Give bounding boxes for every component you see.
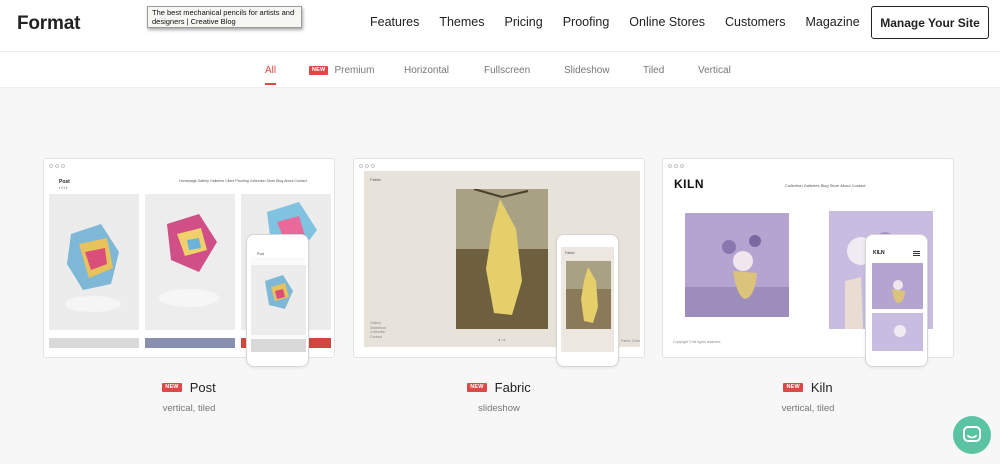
fabric-mobile-title: Fabric: [565, 251, 575, 255]
nav-themes[interactable]: Themes: [439, 15, 484, 29]
theme-title-fabric[interactable]: NEW Fabric: [353, 380, 645, 395]
post-site-nav: Homepage Gallery Galleries Client Proofi…: [179, 179, 307, 183]
new-badge: NEW: [467, 383, 487, 392]
window-dots: [668, 164, 684, 168]
fabric-site-title: Fabric: [370, 177, 382, 182]
chat-button[interactable]: [953, 416, 991, 454]
nav-customers[interactable]: Customers: [725, 15, 785, 29]
theme-filter-bar: All NEW Premium Horizontal Fullscreen Sl…: [0, 52, 1000, 88]
theme-name: Fabric: [494, 380, 531, 395]
nav-pricing[interactable]: Pricing: [505, 15, 543, 29]
theme-card-post[interactable]: Post ▪ f ▪ t Homepage Gallery Galleries …: [43, 158, 335, 367]
kiln-mobile-logo: KILN: [873, 250, 885, 256]
theme-name: Post: [189, 380, 216, 395]
theme-title-post[interactable]: NEW Post: [43, 380, 335, 395]
nav-magazine[interactable]: Magazine: [805, 15, 859, 29]
filter-vertical[interactable]: Vertical: [698, 65, 731, 76]
nav-proofing[interactable]: Proofing: [563, 15, 610, 29]
fabric-main-photo: [456, 189, 548, 329]
browser-tooltip: The best mechanical pencils for artists …: [147, 6, 302, 28]
window-dots: [49, 164, 65, 168]
theme-card-kiln[interactable]: KILN Collection Galleries Blog Store Abo…: [662, 158, 954, 367]
filter-tiled[interactable]: Tiled: [643, 65, 664, 76]
theme-name: Kiln: [810, 380, 833, 395]
filter-horizontal[interactable]: Horizontal: [404, 65, 449, 76]
chat-bubble-icon: [963, 426, 981, 442]
fabric-mobile-photo: [566, 261, 611, 329]
kiln-mobile-images: [872, 263, 923, 351]
fabric-slide-counter: ◂ • ▸: [498, 337, 506, 342]
filter-slideshow[interactable]: Slideshow: [564, 65, 610, 76]
kiln-site-nav: Collection Galleries Blog Store About Co…: [785, 183, 866, 188]
fabric-mobile-preview: Fabric: [556, 234, 619, 367]
theme-title-kiln[interactable]: NEW Kiln: [662, 380, 954, 395]
filter-all-label: All: [265, 65, 277, 76]
kiln-footer: Copyright © All rights reserved.: [673, 340, 722, 344]
theme-tags-kiln: vertical, tiled: [781, 403, 835, 414]
filter-all[interactable]: All: [265, 65, 277, 85]
hamburger-menu-icon: [913, 251, 920, 252]
post-social-icons: ▪ f ▪ t: [59, 185, 68, 190]
manage-your-site-button[interactable]: Manage Your Site: [871, 6, 989, 39]
kiln-mobile-preview: KILN: [865, 234, 928, 367]
active-filter-underline: [265, 83, 277, 85]
nav-online-stores[interactable]: Online Stores: [629, 15, 705, 29]
new-badge: NEW: [783, 383, 803, 392]
filter-premium[interactable]: NEW Premium: [309, 65, 374, 76]
new-badge: NEW: [162, 383, 182, 392]
new-badge: NEW: [309, 66, 329, 75]
theme-card-fabric[interactable]: Fabric Gallery Slideshow Collection Cont…: [353, 158, 645, 367]
post-mobile-preview: Post: [246, 234, 309, 367]
fabric-side-links: Gallery Slideshow Collection Contact: [370, 321, 386, 339]
format-logo[interactable]: Format: [17, 13, 80, 35]
window-dots: [359, 164, 375, 168]
theme-tags-post: vertical, tiled: [162, 403, 216, 414]
main-nav: Features Themes Pricing Proofing Online …: [370, 15, 880, 29]
theme-tags-fabric: slideshow: [478, 403, 520, 414]
post-mobile-title: Post: [257, 252, 265, 256]
filter-premium-label: Premium: [334, 65, 375, 76]
kiln-logo: KILN: [674, 177, 704, 191]
nav-features[interactable]: Features: [370, 15, 419, 29]
post-mobile-image: [251, 247, 306, 352]
fabric-footer-right: Fabric Cloth: [621, 339, 640, 343]
filter-fullscreen[interactable]: Fullscreen: [484, 65, 530, 76]
